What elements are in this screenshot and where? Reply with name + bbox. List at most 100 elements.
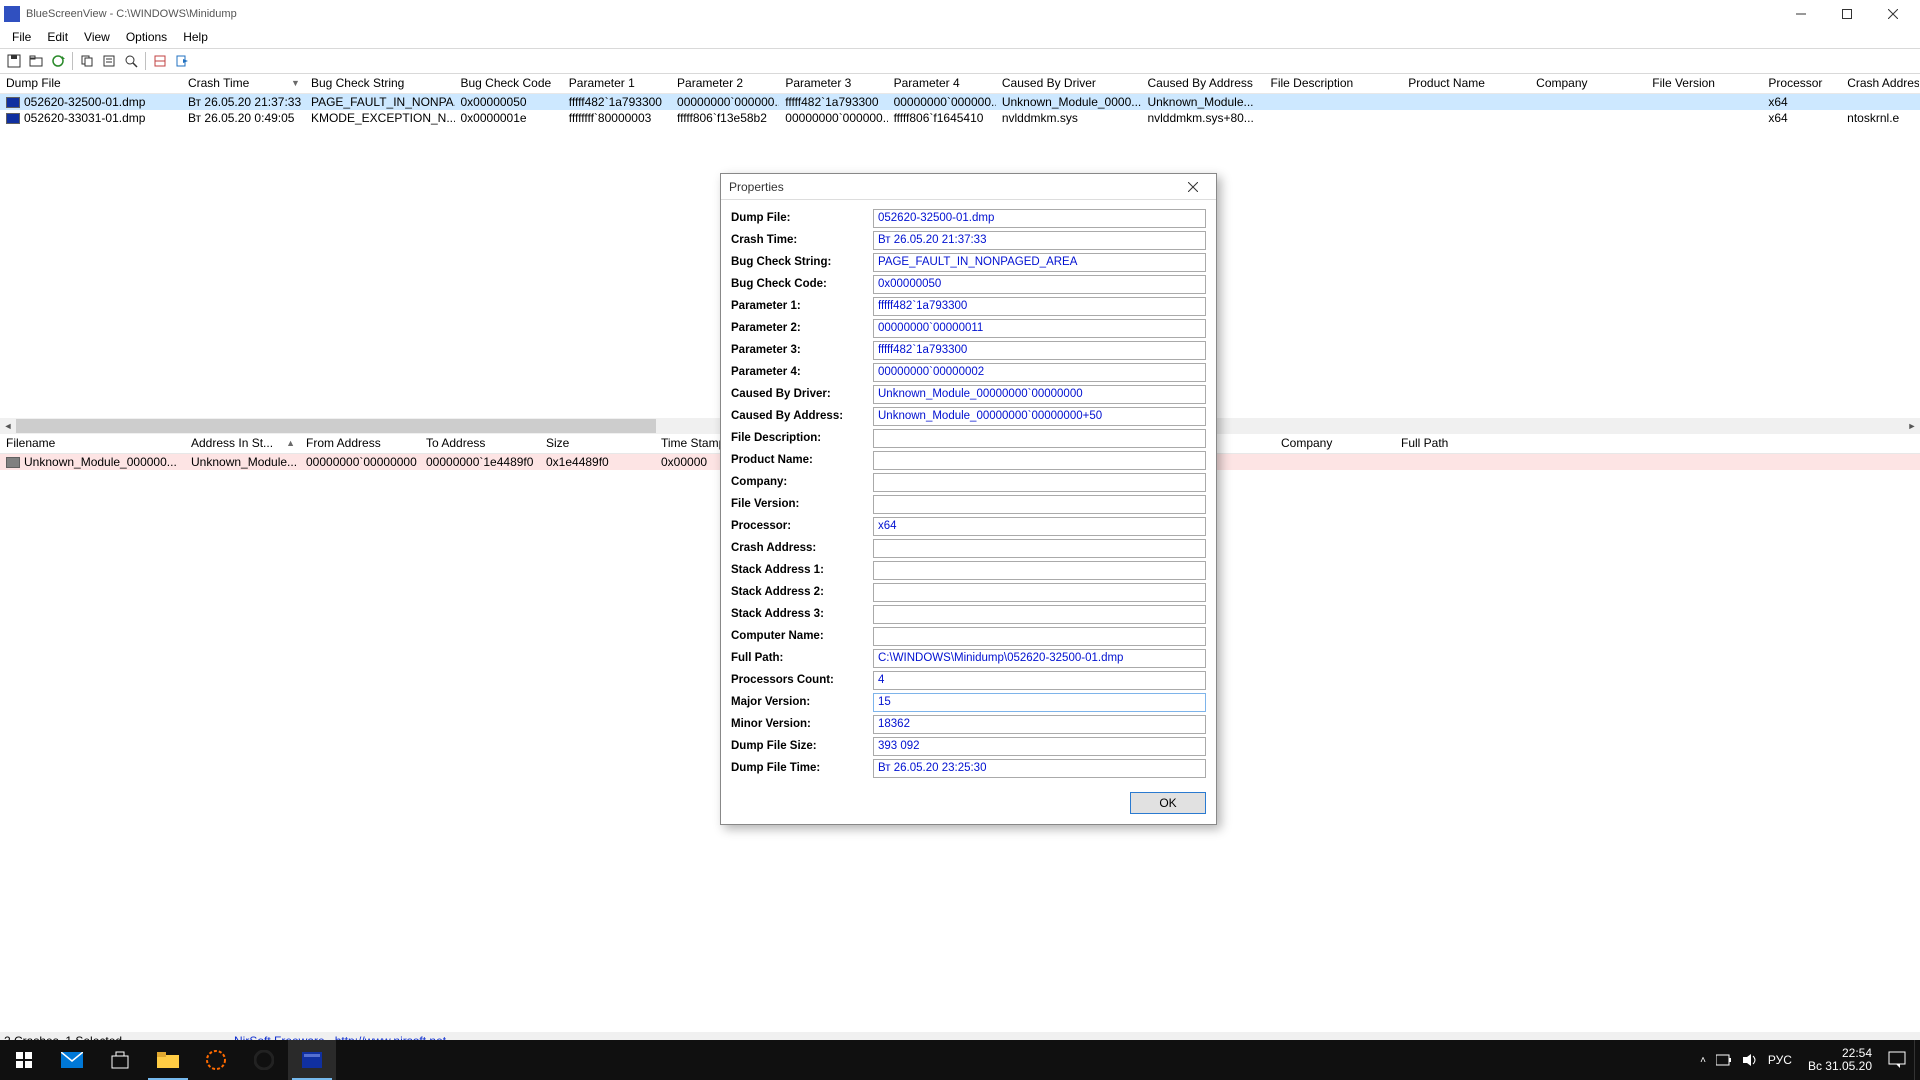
column-header[interactable]: Bug Check Code (454, 74, 562, 93)
taskbar-bluescreenview[interactable] (288, 1040, 336, 1080)
tray-language[interactable]: РУС (1768, 1053, 1792, 1067)
property-label: Full Path: (731, 652, 873, 664)
tool-find[interactable] (121, 51, 141, 71)
scroll-right-icon[interactable]: ► (1904, 418, 1920, 434)
property-value[interactable] (873, 561, 1206, 580)
dialog-titlebar[interactable]: Properties (721, 174, 1216, 200)
column-header[interactable]: Crash Time▼ (182, 74, 305, 93)
property-value[interactable]: 393 092 (873, 737, 1206, 756)
column-header[interactable]: From Address (300, 434, 420, 453)
property-value[interactable]: 00000000`00000002 (873, 363, 1206, 382)
property-value[interactable]: Вт 26.05.20 21:37:33 (873, 231, 1206, 250)
taskbar-opera[interactable] (240, 1040, 288, 1080)
close-button[interactable] (1870, 0, 1916, 28)
property-value[interactable]: fffff482`1a793300 (873, 297, 1206, 316)
column-header[interactable]: Filename (0, 434, 185, 453)
property-value[interactable]: Unknown_Module_00000000`00000000+50 (873, 407, 1206, 426)
property-value[interactable] (873, 451, 1206, 470)
property-value[interactable]: 0x00000050 (873, 275, 1206, 294)
options-icon (153, 54, 167, 68)
column-header[interactable]: Crash Address (1841, 74, 1920, 93)
column-header[interactable]: Parameter 3 (779, 74, 887, 93)
column-header[interactable]: Caused By Driver (996, 74, 1142, 93)
property-label: Dump File: (731, 212, 873, 224)
property-value[interactable]: C:\WINDOWS\Minidump\052620-32500-01.dmp (873, 649, 1206, 668)
ok-button[interactable]: OK (1130, 792, 1206, 814)
property-value[interactable]: fffff482`1a793300 (873, 341, 1206, 360)
action-center-icon[interactable] (1888, 1051, 1906, 1069)
column-header[interactable]: Caused By Address (1141, 74, 1264, 93)
column-header[interactable]: Processor (1762, 74, 1841, 93)
tool-copy[interactable] (77, 51, 97, 71)
column-header[interactable]: Bug Check String (305, 74, 455, 93)
property-value[interactable] (873, 605, 1206, 624)
property-row: Parameter 3:fffff482`1a793300 (731, 340, 1206, 360)
start-button[interactable] (0, 1040, 48, 1080)
table-row[interactable]: 052620-32500-01.dmpВт 26.05.20 21:37:33P… (0, 94, 1920, 110)
menu-edit[interactable]: Edit (39, 28, 76, 48)
table-cell: fffff806`f13e58b2 (671, 111, 779, 125)
save-icon (7, 54, 21, 68)
taskbar-browser1[interactable] (192, 1040, 240, 1080)
property-value[interactable]: Unknown_Module_00000000`00000000 (873, 385, 1206, 404)
tool-refresh[interactable] (48, 51, 68, 71)
column-header[interactable]: Company (1530, 74, 1646, 93)
maximize-button[interactable] (1824, 0, 1870, 28)
property-value[interactable]: PAGE_FAULT_IN_NONPAGED_AREA (873, 253, 1206, 272)
taskbar-mail[interactable] (48, 1040, 96, 1080)
scroll-thumb[interactable] (16, 419, 656, 433)
tool-open[interactable] (26, 51, 46, 71)
taskbar-clock[interactable]: 22:54 Вс 31.05.20 (1800, 1047, 1880, 1073)
column-header[interactable]: Address In St...▲ (185, 434, 300, 453)
taskbar-explorer[interactable] (144, 1040, 192, 1080)
tool-save[interactable] (4, 51, 24, 71)
property-row: Processor:x64 (731, 516, 1206, 536)
property-value[interactable]: 4 (873, 671, 1206, 690)
folder-icon (157, 1052, 179, 1068)
menu-help[interactable]: Help (175, 28, 216, 48)
tool-options[interactable] (150, 51, 170, 71)
property-value[interactable] (873, 495, 1206, 514)
column-header[interactable]: Full Path (1395, 434, 1515, 453)
property-value[interactable]: x64 (873, 517, 1206, 536)
column-header[interactable]: File Version (1646, 74, 1762, 93)
store-icon (110, 1050, 130, 1070)
menu-view[interactable]: View (76, 28, 118, 48)
table-cell: x64 (1762, 111, 1841, 125)
property-value[interactable] (873, 583, 1206, 602)
table-row[interactable]: 052620-33031-01.dmpВт 26.05.20 0:49:05KM… (0, 110, 1920, 126)
menu-options[interactable]: Options (118, 28, 175, 48)
column-header[interactable]: File Description (1265, 74, 1403, 93)
column-header[interactable]: Dump File (0, 74, 182, 93)
column-header[interactable]: Parameter 4 (888, 74, 996, 93)
property-value[interactable]: 00000000`00000011 (873, 319, 1206, 338)
show-desktop-button[interactable] (1914, 1040, 1920, 1080)
tool-properties[interactable] (99, 51, 119, 71)
property-value[interactable] (873, 539, 1206, 558)
menu-file[interactable]: File (4, 28, 39, 48)
property-value[interactable]: 15 (873, 693, 1206, 712)
column-header[interactable]: Parameter 2 (671, 74, 779, 93)
property-value[interactable]: 18362 (873, 715, 1206, 734)
taskbar-store[interactable] (96, 1040, 144, 1080)
table-cell: KMODE_EXCEPTION_N... (305, 111, 455, 125)
scroll-left-icon[interactable]: ◄ (0, 418, 16, 434)
minimize-button[interactable] (1778, 0, 1824, 28)
column-header[interactable]: Size (540, 434, 655, 453)
property-value[interactable] (873, 429, 1206, 448)
column-header[interactable]: To Address (420, 434, 540, 453)
battery-icon[interactable] (1716, 1053, 1732, 1067)
property-value[interactable] (873, 473, 1206, 492)
property-value[interactable] (873, 627, 1206, 646)
column-header[interactable]: Parameter 1 (563, 74, 671, 93)
table-cell: 00000000`000000... (888, 95, 996, 109)
column-header[interactable]: Product Name (1402, 74, 1530, 93)
dialog-close-button[interactable] (1178, 177, 1208, 197)
property-label: Company: (731, 476, 873, 488)
volume-icon[interactable] (1742, 1053, 1758, 1067)
tray-chevron-icon[interactable]: ˄ (1700, 1055, 1706, 1066)
tool-exit[interactable] (172, 51, 192, 71)
property-value[interactable]: Вт 26.05.20 23:25:30 (873, 759, 1206, 778)
column-header[interactable]: Company (1275, 434, 1395, 453)
property-value[interactable]: 052620-32500-01.dmp (873, 209, 1206, 228)
